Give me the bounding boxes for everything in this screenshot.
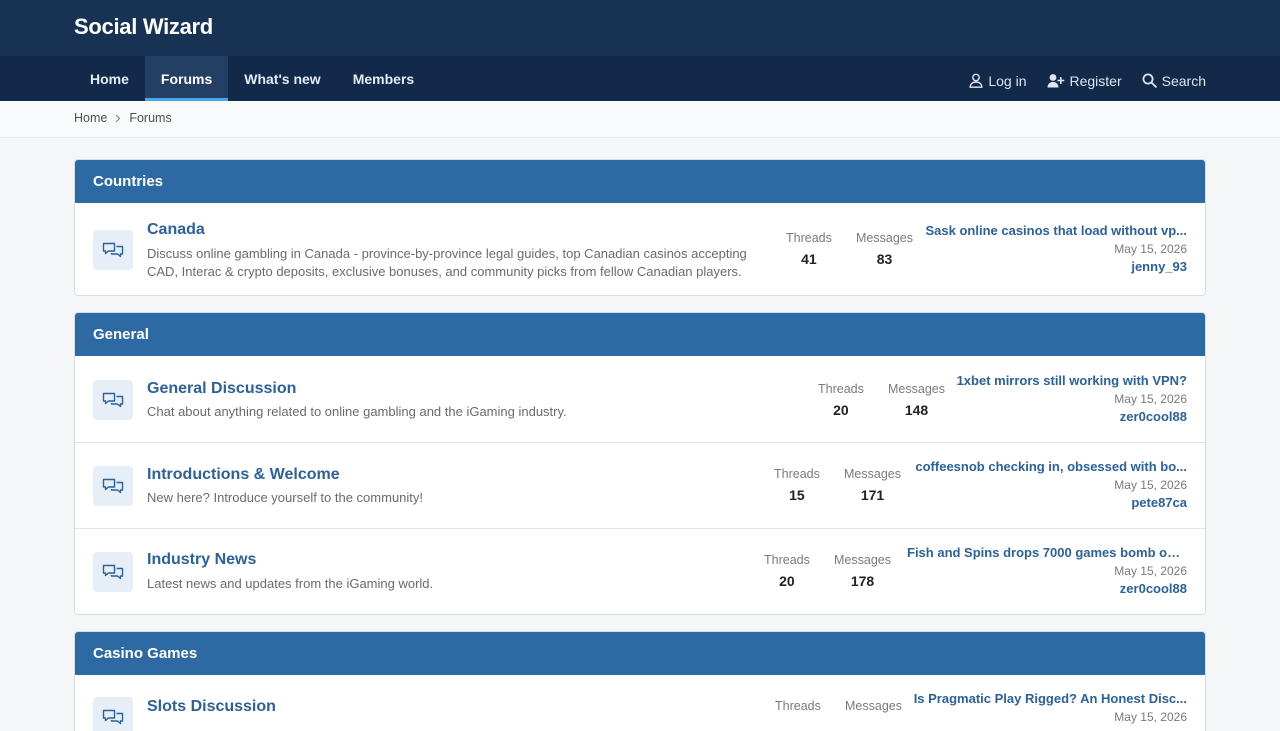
register-label: Register (1069, 72, 1122, 89)
breadcrumb: Home Forums (74, 111, 172, 125)
latest-post-date: May 15, 2026 (1114, 392, 1187, 406)
category-header[interactable]: Casino Games (75, 632, 1205, 675)
message-count: Messages 178 (834, 553, 891, 589)
forum-node-general-discussion: General Discussion Chat about anything r… (75, 356, 1205, 442)
threads-label: Threads (774, 467, 820, 481)
site-header: Social Wizard (0, 0, 1280, 56)
messages-label: Messages (845, 699, 902, 713)
latest-post: Sask online casinos that load without vp… (907, 223, 1188, 274)
search-icon (1142, 73, 1157, 88)
user-icon (969, 73, 983, 88)
forum-node-canada: Canada Discuss online gambling in Canada… (75, 203, 1205, 295)
messages-value: 83 (876, 251, 893, 267)
messages-label: Messages (856, 231, 913, 245)
chat-bubbles-icon (93, 230, 133, 270)
chevron-right-icon (115, 114, 121, 123)
thread-count: Threads (775, 699, 821, 713)
threads-value: 20 (779, 573, 795, 589)
message-count: Messages 83 (856, 231, 913, 267)
threads-label: Threads (786, 231, 832, 245)
chat-bubbles-icon (93, 552, 133, 592)
thread-count: Threads 20 (818, 382, 864, 418)
chat-bubbles-icon (93, 697, 133, 731)
messages-label: Messages (834, 553, 891, 567)
latest-post: Fish and Spins drops 7000 games bomb on … (907, 545, 1187, 596)
latest-post-user[interactable]: pete87ca (907, 495, 1187, 510)
threads-label: Threads (764, 553, 810, 567)
latest-post-user[interactable]: zer0cool88 (907, 581, 1187, 596)
category-general: General General Discussion Chat about an… (74, 312, 1206, 615)
forum-title[interactable]: Canada (147, 221, 205, 239)
breadcrumb-forums[interactable]: Forums (129, 111, 171, 125)
forum-description: Discuss online gambling in Canada - prov… (147, 246, 747, 279)
latest-post-title[interactable]: Sask online casinos that load without vp… (907, 223, 1188, 238)
latest-post-date: May 15, 2026 (1114, 710, 1187, 724)
nav-tabs: Home Forums What's new Members (74, 56, 430, 101)
threads-value: 20 (833, 402, 849, 418)
tab-home[interactable]: Home (74, 56, 145, 101)
messages-label: Messages (844, 467, 901, 481)
message-count: Messages (845, 699, 902, 713)
latest-post-date: May 15, 2026 (1114, 242, 1187, 256)
threads-value: 15 (789, 487, 805, 503)
forum-node-industry-news: Industry News Latest news and updates fr… (75, 528, 1205, 614)
breadcrumb-home[interactable]: Home (74, 111, 107, 125)
login-link[interactable]: Log in (969, 72, 1027, 89)
forum-node-slots-discussion: Slots Discussion Threads Messages Is Pra… (75, 675, 1205, 731)
nav-actions: Log in Register Search (949, 56, 1206, 101)
register-link[interactable]: Register (1047, 73, 1122, 89)
latest-post: coffeesnob checking in, obsessed with bo… (907, 459, 1187, 510)
search-label: Search (1161, 72, 1206, 89)
threads-label: Threads (775, 699, 821, 713)
category-header[interactable]: General (75, 313, 1205, 356)
latest-post-user[interactable]: jenny_93 (907, 259, 1187, 274)
threads-label: Threads (818, 382, 864, 396)
threads-value: 41 (801, 251, 817, 267)
messages-value: 171 (860, 487, 885, 503)
site-logo[interactable]: Social Wizard (74, 14, 213, 40)
forum-title[interactable]: Slots Discussion (147, 698, 276, 716)
category-header[interactable]: Countries (75, 160, 1205, 203)
latest-post-title[interactable]: Fish and Spins drops 7000 games bomb on … (907, 545, 1187, 560)
forum-title[interactable]: Introductions & Welcome (147, 466, 340, 484)
tab-members[interactable]: Members (337, 56, 430, 101)
breadcrumb-bar (0, 101, 1280, 138)
message-count: Messages 171 (844, 467, 901, 503)
latest-post-title[interactable]: Is Pragmatic Play Rigged? An Honest Disc… (907, 691, 1187, 706)
latest-post-date: May 15, 2026 (1114, 564, 1187, 578)
forum-description: New here? Introduce yourself to the comm… (147, 490, 424, 505)
chat-bubbles-icon (93, 466, 133, 506)
latest-post-user[interactable]: zer0cool88 (907, 409, 1187, 424)
latest-post-date: May 15, 2026 (1114, 478, 1187, 492)
latest-post: 1xbet mirrors still working with VPN? Ma… (907, 373, 1187, 424)
latest-post-title[interactable]: 1xbet mirrors still working with VPN? (907, 373, 1187, 388)
forum-title[interactable]: General Discussion (147, 380, 296, 398)
tab-forums[interactable]: Forums (144, 56, 229, 101)
login-label: Log in (988, 72, 1027, 89)
main-navbar: Home Forums What's new Members Log in Re… (0, 56, 1280, 101)
thread-count: Threads 20 (764, 553, 810, 589)
forum-node-introductions: Introductions & Welcome New here? Introd… (75, 442, 1205, 528)
latest-post: Is Pragmatic Play Rigged? An Honest Disc… (907, 691, 1187, 724)
user-plus-icon (1047, 74, 1064, 88)
search-link[interactable]: Search (1142, 73, 1206, 89)
forum-title[interactable]: Industry News (147, 551, 256, 569)
category-casino-games: Casino Games Slots Discussion Threads Me… (74, 631, 1206, 731)
forum-description: Latest news and updates from the iGaming… (147, 576, 434, 591)
category-countries: Countries Canada Discuss online gambling… (74, 159, 1206, 296)
thread-count: Threads 15 (774, 467, 820, 503)
tab-whats-new[interactable]: What's new (228, 56, 336, 101)
forum-description: Chat about anything related to online ga… (147, 404, 567, 419)
messages-value: 178 (850, 573, 875, 589)
chat-bubbles-icon (93, 380, 133, 420)
thread-count: Threads 41 (786, 231, 832, 267)
latest-post-title[interactable]: coffeesnob checking in, obsessed with bo… (907, 459, 1187, 474)
